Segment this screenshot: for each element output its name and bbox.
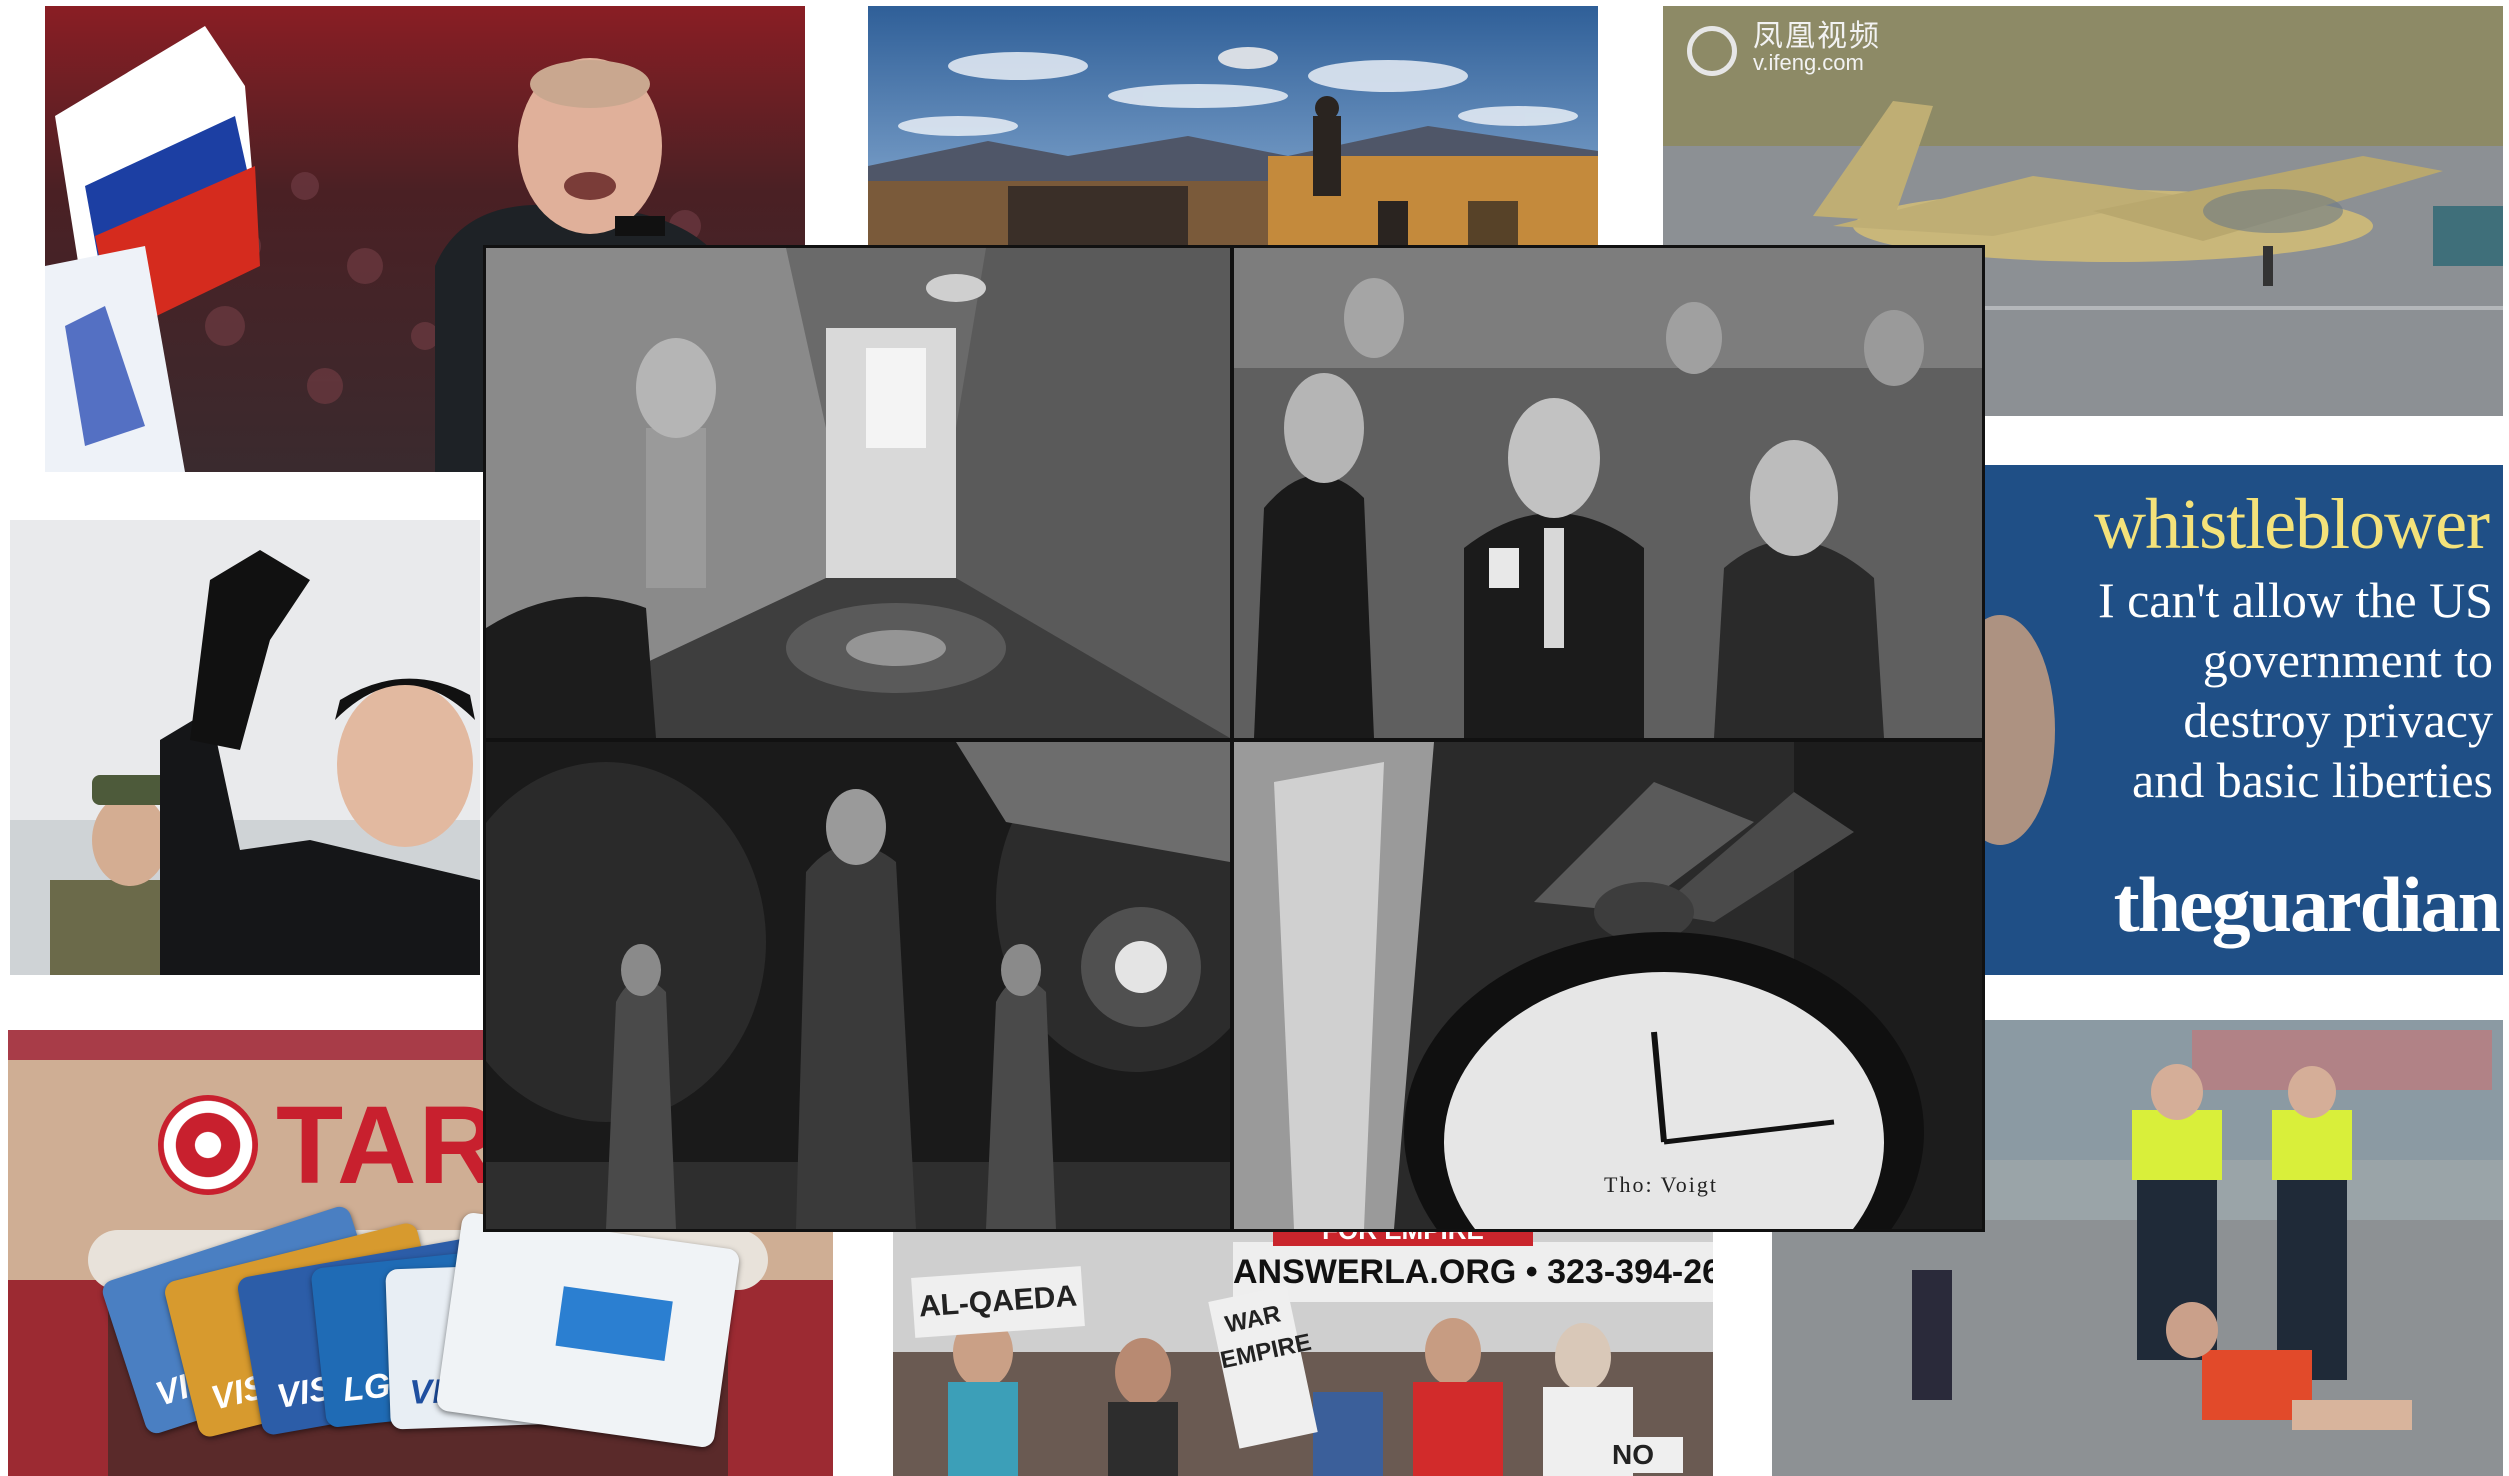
guardian-headline: whistleblower (2094, 484, 2490, 564)
tow-vehicle (2433, 206, 2503, 266)
photo-bw-hallway (486, 248, 1230, 738)
quote-line: government to (2202, 632, 2493, 688)
quote-line: destroy privacy (2183, 692, 2493, 748)
photo-bw-press-scrum (1234, 248, 1982, 738)
banner-top-text: FOR EMPIRE (1273, 1232, 1533, 1246)
chandelier (926, 274, 986, 302)
waving-scene (10, 520, 480, 975)
photo-protest: ANSWERLA.ORG • 323-394-2611 FOR EMPIRE A… (893, 1232, 1713, 1476)
guardian-quote: I can't allow the US government to destr… (2098, 570, 2493, 810)
banner-text: ANSWERLA.ORG • 323-394-2611 (1233, 1253, 1713, 1291)
watermark-cn: 凤凰视频 (1753, 20, 1881, 53)
card-chip-panel (555, 1286, 673, 1361)
photo-bw-eagle-clock: Tho: Voigt (1234, 742, 1982, 1229)
photo-waving-leader (10, 520, 480, 975)
guard-figure (1313, 116, 1341, 196)
press-scene (1234, 248, 1982, 738)
watermark-url: v.ifeng.com (1753, 50, 1864, 75)
bust-statue (636, 338, 716, 588)
face-photo-crop (1985, 615, 2055, 845)
store-sign: TAR (276, 1084, 500, 1207)
photo-guardian-front-page: whistleblower I can't allow the US gover… (1985, 465, 2503, 975)
quote-line: I can't allow the US (2097, 572, 2493, 628)
rooftop-scene (868, 6, 1598, 246)
credit-card (435, 1211, 741, 1449)
clock-maker-text: Tho: Voigt (1604, 1172, 1718, 1197)
photo-rooftop-blimp (868, 6, 1598, 246)
protest-banner: ANSWERLA.ORG • 323-394-2611 (1233, 1242, 1713, 1302)
clock-scene (1234, 742, 1982, 1229)
hallway-scene (486, 248, 1230, 738)
ifeng-watermark: 凤凰视频 v.ifeng.com (1753, 20, 1881, 76)
quote-line: and basic liberties (2132, 752, 2493, 808)
photo-bw-night-walk (486, 742, 1230, 1229)
guardian-masthead: theguardian (2113, 861, 2501, 948)
bullseye-logo-icon (158, 1095, 258, 1195)
protest-sign-right: NO (1583, 1437, 1683, 1473)
ifeng-logo-icon (1687, 26, 1737, 76)
night-scene (486, 742, 1230, 1229)
aerostat-blimp (1218, 47, 1278, 69)
protest-sign-left: AL-QAEDA (911, 1266, 1085, 1338)
